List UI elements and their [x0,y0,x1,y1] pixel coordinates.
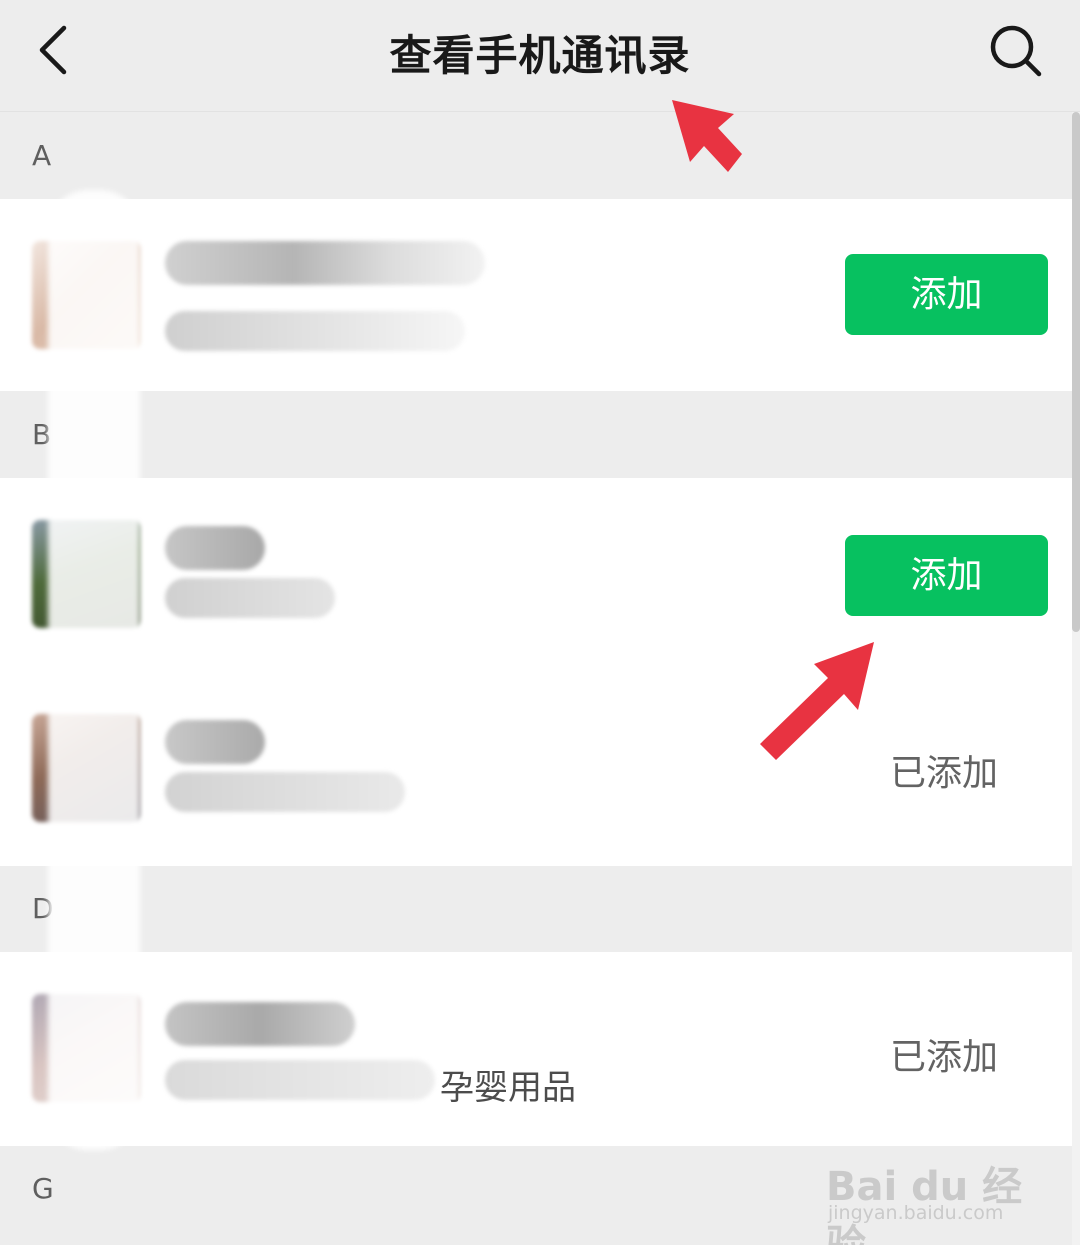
redaction-strip [48,190,140,1150]
top-bar: 查看手机通讯录 [0,0,1080,112]
contact-row[interactable]: 添加 [0,199,1072,391]
annotation-arrow-up-left [672,100,742,172]
section-header-d: D [0,866,1072,952]
contact-sub-redacted [165,311,465,351]
section-header-b: B [0,392,1072,478]
watermark: Bai du 经验 jingyan.baidu.com [826,1128,1026,1245]
added-label: 已添加 [890,753,999,794]
add-button[interactable]: 添加 [845,535,1048,616]
annotation-arrow-up-right [760,642,874,760]
scrollbar-thumb[interactable] [1072,112,1080,632]
page-title: 查看手机通讯录 [389,31,691,80]
watermark-url: jingyan.baidu.com [828,1202,1004,1224]
contact-sub-redacted [165,772,405,812]
contact-sub-redacted [165,578,335,618]
add-button[interactable]: 添加 [845,254,1048,335]
section-letter: A [32,139,52,172]
contact-sub-redacted [165,1060,435,1100]
section-header-a: A [0,113,1072,199]
contact-row[interactable]: 孕婴用品 已添加 [0,952,1072,1146]
section-letter: G [32,1172,54,1205]
watermark-logo: Bai du 经验 [826,1164,1023,1245]
contact-row[interactable]: 添加 [0,478,1072,672]
search-icon [990,25,1042,77]
added-label: 已添加 [890,1037,999,1078]
contact-list-b: 添加 已添加 [0,478,1072,866]
search-button[interactable] [984,20,1046,82]
contact-name-redacted [165,526,265,570]
contact-name-redacted [165,1002,355,1046]
contact-name-redacted [165,720,265,764]
contact-name-redacted [165,241,485,285]
contact-sub-visible: 孕婴用品 [440,1068,576,1108]
contact-row[interactable]: 已添加 [0,672,1072,866]
